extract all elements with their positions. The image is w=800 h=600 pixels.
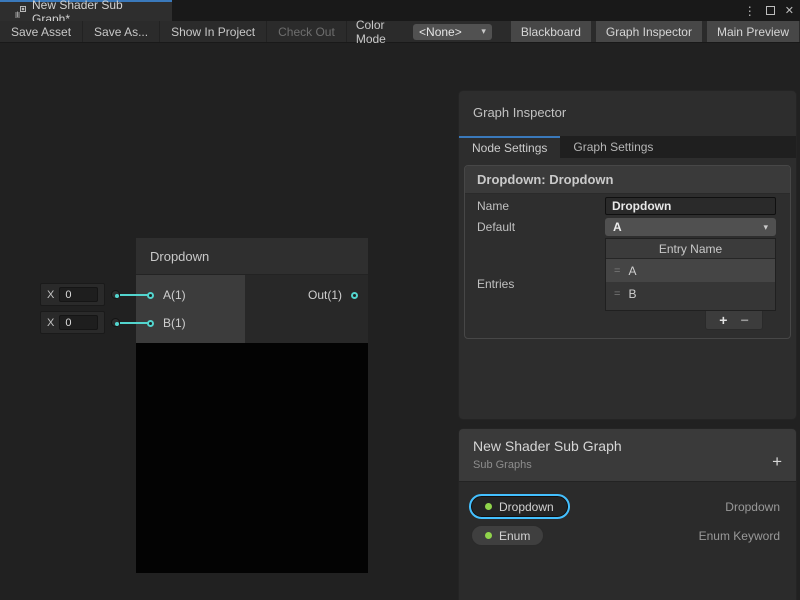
- entries-header: Entry Name: [606, 239, 775, 259]
- pill-label: Dropdown: [499, 500, 554, 514]
- entry-row-b[interactable]: = B: [606, 282, 775, 305]
- blackboard-rows: Dropdown Dropdown Enum Enum Keyword: [459, 482, 796, 550]
- port-b-default-field[interactable]: X 0: [40, 311, 105, 334]
- name-input[interactable]: [605, 197, 776, 215]
- entries-table: Entry Name = A = B: [605, 238, 776, 311]
- entries-column: Entry Name = A = B + −: [605, 238, 776, 330]
- blackboard-subtitle: Sub Graphs: [473, 459, 782, 471]
- drag-handle-icon[interactable]: =: [614, 288, 620, 300]
- entries-footer: + −: [705, 311, 763, 330]
- node-settings-section: Dropdown: Dropdown Name Default A ▾ Entr…: [464, 165, 791, 339]
- inspector-title[interactable]: Graph Inspector: [459, 91, 796, 136]
- chevron-down-icon: ▾: [481, 26, 486, 37]
- blackboard-item-dropdown: Dropdown Dropdown: [459, 492, 796, 521]
- maximize-icon[interactable]: [766, 6, 775, 15]
- shader-graph-icon: [14, 6, 26, 18]
- save-as-button[interactable]: Save As...: [83, 21, 160, 42]
- document-tab[interactable]: New Shader Sub Graph*: [0, 0, 172, 21]
- entries-row: Entries Entry Name = A = B: [465, 238, 790, 330]
- port-a-stub-dot: [111, 290, 120, 299]
- default-row: Default A ▾: [465, 218, 790, 236]
- drag-handle-icon[interactable]: =: [614, 265, 620, 277]
- window-menu-icon[interactable]: ⋮: [744, 4, 756, 18]
- input-port-a-label: A(1): [163, 288, 186, 302]
- add-entry-button[interactable]: +: [719, 312, 727, 328]
- show-in-project-button[interactable]: Show In Project: [160, 21, 267, 42]
- blackboard-panel: New Shader Sub Graph Sub Graphs + Dropdo…: [458, 428, 797, 600]
- dropdown-node[interactable]: Dropdown A(1) B(1) Out(1): [136, 238, 368, 573]
- blackboard-item-enum: Enum Enum Keyword: [459, 521, 796, 550]
- check-out-button: Check Out: [267, 21, 347, 42]
- node-body: A(1) B(1) Out(1): [136, 275, 368, 343]
- graph-inspector-toggle-button[interactable]: Graph Inspector: [596, 21, 702, 42]
- port-a-default-field[interactable]: X 0: [40, 283, 105, 306]
- port-b-value-input[interactable]: 0: [59, 315, 98, 330]
- property-type-label: Dropdown: [725, 500, 780, 514]
- chevron-down-icon: ▾: [763, 222, 768, 233]
- entry-name[interactable]: B: [628, 287, 636, 301]
- window-controls: ⋮ ✕: [744, 0, 794, 21]
- color-mode-label: Color Mode: [347, 21, 413, 42]
- save-asset-button[interactable]: Save Asset: [0, 21, 83, 42]
- port-b-stub-dot: [111, 318, 120, 327]
- node-title: Dropdown: [150, 249, 209, 264]
- graph-canvas[interactable]: Dropdown A(1) B(1) Out(1): [0, 43, 800, 600]
- blackboard-title[interactable]: New Shader Sub Graph: [473, 438, 782, 454]
- color-mode-value: <None>: [419, 25, 462, 39]
- main-preview-toggle-button[interactable]: Main Preview: [707, 21, 799, 42]
- section-title: Dropdown: Dropdown: [465, 166, 790, 194]
- name-label: Name: [477, 199, 605, 213]
- property-dot-icon: [485, 503, 492, 510]
- edge-b: [120, 322, 149, 324]
- port-a-x-label: X: [47, 289, 54, 301]
- remove-entry-button[interactable]: −: [741, 312, 749, 328]
- entry-name[interactable]: A: [628, 264, 636, 278]
- edge-a: [120, 294, 149, 296]
- port-a-value-input[interactable]: 0: [59, 287, 98, 302]
- color-mode-dropdown[interactable]: <None> ▾: [413, 24, 492, 40]
- entries-label: Entries: [477, 277, 605, 291]
- enum-property-pill[interactable]: Enum: [471, 525, 544, 546]
- name-row: Name: [465, 197, 790, 215]
- inspector-tab-bar: Node Settings Graph Settings: [459, 136, 796, 158]
- output-port-out-label: Out(1): [308, 288, 342, 302]
- tab-graph-settings[interactable]: Graph Settings: [560, 136, 666, 158]
- default-value: A: [613, 220, 622, 234]
- pill-label: Enum: [499, 529, 530, 543]
- default-dropdown[interactable]: A ▾: [605, 218, 776, 236]
- property-dot-icon: [485, 532, 492, 539]
- node-header[interactable]: Dropdown: [136, 238, 368, 275]
- add-property-button[interactable]: +: [772, 453, 782, 470]
- entry-row-a[interactable]: = A: [606, 259, 775, 282]
- blackboard-header[interactable]: New Shader Sub Graph Sub Graphs +: [459, 429, 796, 482]
- entries-footer-wrap: + −: [605, 311, 776, 330]
- graph-inspector-panel: Graph Inspector Node Settings Graph Sett…: [458, 90, 797, 420]
- node-input-section: A(1) B(1): [136, 275, 245, 343]
- port-b-x-label: X: [47, 317, 54, 329]
- close-icon[interactable]: ✕: [785, 4, 794, 17]
- tab-node-settings[interactable]: Node Settings: [459, 136, 560, 158]
- input-port-a[interactable]: A(1): [136, 281, 245, 309]
- port-out-icon[interactable]: [351, 292, 358, 299]
- output-port-out[interactable]: Out(1): [245, 281, 368, 309]
- blackboard-toggle-button[interactable]: Blackboard: [511, 21, 591, 42]
- node-preview: [136, 343, 368, 573]
- node-output-section: Out(1): [245, 275, 368, 343]
- toolbar: Save Asset Save As... Show In Project Ch…: [0, 21, 800, 43]
- dropdown-property-pill[interactable]: Dropdown: [471, 496, 568, 517]
- input-port-b[interactable]: B(1): [136, 309, 245, 337]
- default-label: Default: [477, 220, 605, 234]
- input-port-b-label: B(1): [163, 316, 186, 330]
- property-type-label: Enum Keyword: [699, 529, 780, 543]
